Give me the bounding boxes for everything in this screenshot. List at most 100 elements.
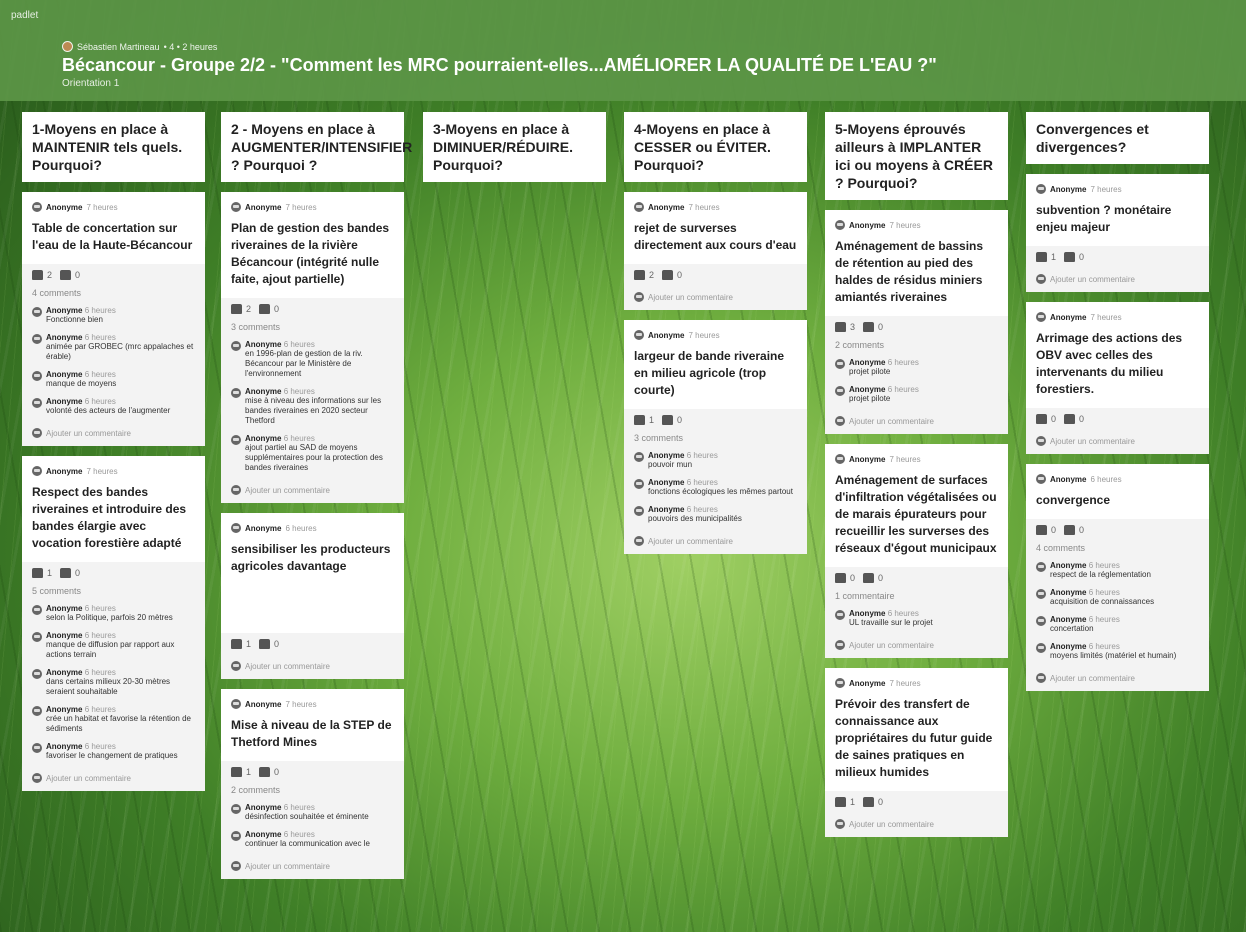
column-5: 5-Moyens éprouvés ailleurs à IMPLANTER i… <box>825 112 1008 847</box>
thumbs-up-icon[interactable] <box>835 797 846 807</box>
add-comment-button[interactable]: Ajouter un commentaire <box>231 481 394 495</box>
column-3: 3-Moyens en place à DIMINUER/RÉDUIRE. Po… <box>423 112 606 192</box>
comment: Anonyme 6 heures continuer la communicati… <box>231 830 394 849</box>
column-title[interactable]: 1-Moyens en place à MAINTENIR tels quels… <box>22 112 205 182</box>
thumbs-up-icon[interactable] <box>1036 414 1047 424</box>
post-footer: 102 comments Anonyme 6 heures désinfection… <box>221 761 404 879</box>
add-comment-button[interactable]: Ajouter un commentaire <box>835 636 998 650</box>
post-text: Aménagement de bassins de rétention au p… <box>835 239 984 304</box>
add-comment-label: Ajouter un commentaire <box>849 819 934 829</box>
add-comment-button[interactable]: Ajouter un commentaire <box>32 424 195 438</box>
post-card[interactable]: Anonyme 7 heures Prévoir des transfert de … <box>825 668 1008 837</box>
thumbs-down-icon[interactable] <box>1064 252 1076 262</box>
post-card[interactable]: Anonyme 7 heures rejet de surverses direct… <box>624 192 807 310</box>
thumbs-up-icon[interactable] <box>835 573 846 583</box>
thumbs-up-icon[interactable] <box>32 270 43 280</box>
post-footer: 103 comments Anonyme 6 heures pouvoir mun A… <box>624 409 807 554</box>
thumbs-down-icon[interactable] <box>259 639 271 649</box>
thumbs-up-icon[interactable] <box>1036 525 1047 535</box>
post-footer: 203 comments Anonyme 6 heures en 1996-plan… <box>221 298 404 503</box>
comment-text: désinfection souhaitée et éminente <box>245 812 369 821</box>
add-comment-button[interactable]: Ajouter un commentaire <box>1036 270 1199 284</box>
anonymous-user-icon <box>634 506 644 516</box>
padlet-logo[interactable]: padlet <box>11 10 38 21</box>
comment-time: 6 heures <box>686 451 718 460</box>
add-comment-button[interactable]: Ajouter un commentaire <box>1036 669 1199 683</box>
comment: Anonyme 6 heures crée un habitat et favor… <box>32 705 195 734</box>
thumbs-up-icon[interactable] <box>835 322 846 332</box>
thumbs-up-icon[interactable] <box>231 639 242 649</box>
anonymous-user-icon <box>835 819 845 829</box>
post-card[interactable]: Anonyme 7 heures Aménagement de surfaces d… <box>825 444 1008 658</box>
comment-count: 4 comments <box>1036 543 1086 553</box>
comment-text: dans certains milieux 20-30 mètres serai… <box>46 677 171 696</box>
post-footer: 001 commentaire Anonyme 6 heures UL travai… <box>825 567 1008 658</box>
upvote-count: 3 <box>850 322 856 332</box>
anonymous-user-icon <box>1036 274 1046 284</box>
thumbs-up-icon[interactable] <box>634 270 645 280</box>
column-6: Convergences et divergences? Anonyme 7 heu… <box>1026 112 1209 701</box>
post-card[interactable]: Anonyme 7 heures subvention ? monétaire en… <box>1026 174 1209 292</box>
thumbs-up-icon[interactable] <box>231 767 242 777</box>
post-card[interactable]: Anonyme 6 heures sensibiliser les producte… <box>221 513 404 679</box>
thumbs-up-icon[interactable] <box>634 415 645 425</box>
thumbs-up-icon[interactable] <box>1036 252 1047 262</box>
comment-time: 6 heures <box>1088 561 1120 570</box>
anonymous-user-icon <box>32 773 42 783</box>
post-card[interactable]: Anonyme 6 heures convergence 0 0 4 comments An… <box>1026 464 1209 691</box>
post-time: 7 heures <box>1090 184 1122 194</box>
anonymous-user-icon <box>634 479 644 489</box>
add-comment-button[interactable]: Ajouter un commentaire <box>231 857 394 871</box>
thumbs-down-icon[interactable] <box>259 304 271 314</box>
column-title[interactable]: 5-Moyens éprouvés ailleurs à IMPLANTER i… <box>825 112 1008 200</box>
post-text: Mise à niveau de la STEP de Thetford Min… <box>231 718 392 749</box>
anonymous-user-icon <box>1036 184 1046 194</box>
thumbs-down-icon[interactable] <box>863 573 875 583</box>
add-comment-button[interactable]: Ajouter un commentaire <box>634 532 797 546</box>
add-comment-button[interactable]: Ajouter un commentaire <box>835 412 998 426</box>
add-comment-button[interactable]: Ajouter un commentaire <box>231 657 394 671</box>
column-title[interactable]: 4-Moyens en place à CESSER ou ÉVITER. Po… <box>624 112 807 182</box>
comment-text: en 1996-plan de gestion de la riv. Bécan… <box>245 349 363 378</box>
upvote-count: 1 <box>850 797 856 807</box>
thumbs-down-icon[interactable] <box>863 322 875 332</box>
column-title[interactable]: 2 - Moyens en place à AUGMENTER/INTENSIF… <box>221 112 412 182</box>
downvote-count: 0 <box>1079 252 1085 262</box>
post-card[interactable]: Anonyme 7 heures Plan de gestion des bande… <box>221 192 404 503</box>
thumbs-down-icon[interactable] <box>662 270 674 280</box>
post-card[interactable]: Anonyme 7 heures largeur de bande riverain… <box>624 320 807 554</box>
post-card[interactable]: Anonyme 7 heures Table de concertation sur… <box>22 192 205 446</box>
anonymous-user-icon <box>231 341 241 351</box>
thumbs-down-icon[interactable] <box>1064 525 1076 535</box>
board-meta: Sébastien Martineau • 4 • 2 heures <box>62 41 217 52</box>
thumbs-down-icon[interactable] <box>60 568 72 578</box>
comment-time: 6 heures <box>887 385 919 394</box>
thumbs-up-icon[interactable] <box>32 568 43 578</box>
comment-time: 6 heures <box>84 397 116 406</box>
comment-author: Anonyme <box>245 340 282 349</box>
post-card[interactable]: Anonyme 7 heures Mise à niveau de la STEP … <box>221 689 404 879</box>
upvote-count: 0 <box>850 573 856 583</box>
add-comment-button[interactable]: Ajouter un commentaire <box>32 769 195 783</box>
thumbs-down-icon[interactable] <box>259 767 271 777</box>
add-comment-label: Ajouter un commentaire <box>245 485 330 495</box>
post-card[interactable]: Anonyme 7 heures Aménagement de bassins de… <box>825 210 1008 434</box>
thumbs-down-icon[interactable] <box>863 797 875 807</box>
avatar[interactable] <box>62 41 73 52</box>
post-header: Anonyme 7 heures <box>221 689 404 709</box>
post-card[interactable]: Anonyme 7 heures Respect des bandes rivera… <box>22 456 205 791</box>
column-title[interactable]: 3-Moyens en place à DIMINUER/RÉDUIRE. Po… <box>423 112 606 182</box>
add-comment-button[interactable]: Ajouter un commentaire <box>634 288 797 302</box>
add-comment-button[interactable]: Ajouter un commentaire <box>835 815 998 829</box>
post-card[interactable]: Anonyme 7 heures Arrimage des actions des … <box>1026 302 1209 454</box>
thumbs-down-icon[interactable] <box>1064 414 1076 424</box>
add-comment-button[interactable]: Ajouter un commentaire <box>1036 432 1199 446</box>
thumbs-down-icon[interactable] <box>662 415 674 425</box>
column-title[interactable]: Convergences et divergences? <box>1026 112 1209 164</box>
post-header: Anonyme 7 heures <box>22 192 205 212</box>
anonymous-user-icon <box>231 831 241 841</box>
thumbs-down-icon[interactable] <box>60 270 72 280</box>
post-text: Respect des bandes riveraines et introdu… <box>32 485 187 550</box>
comment-author: Anonyme <box>849 609 886 618</box>
thumbs-up-icon[interactable] <box>231 304 242 314</box>
